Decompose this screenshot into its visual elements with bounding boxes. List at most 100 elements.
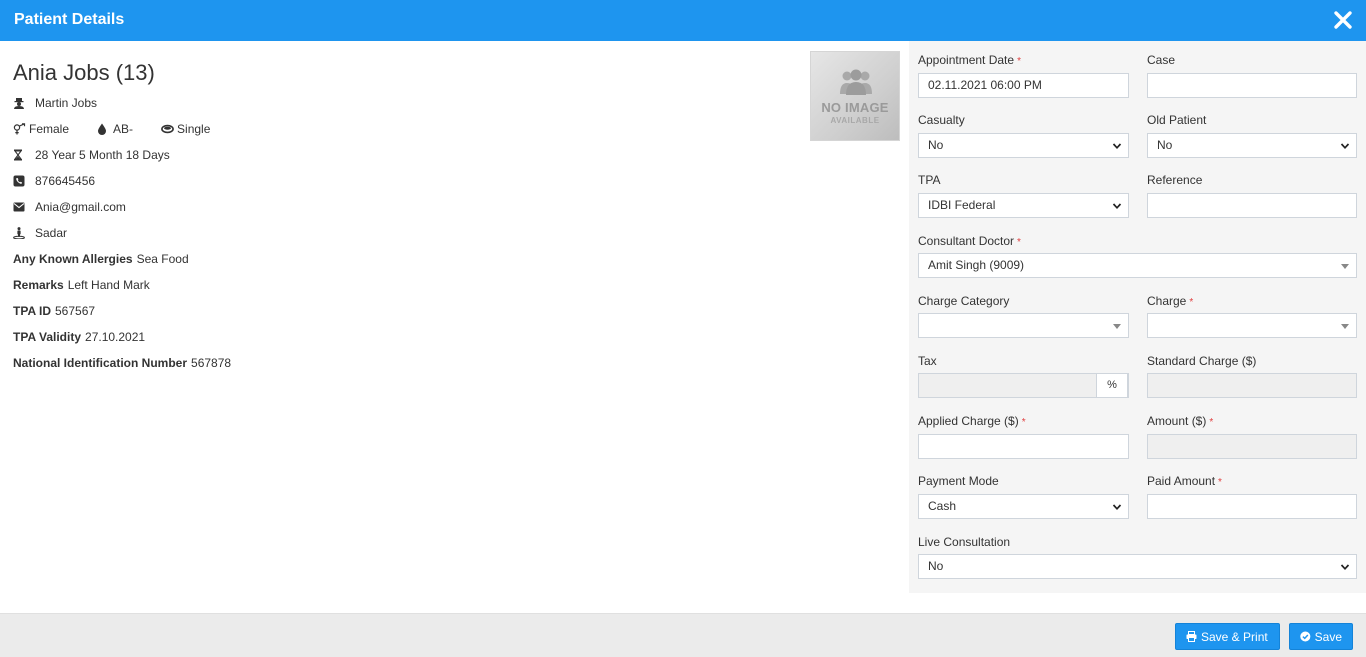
old-patient-label: Old Patient	[1147, 113, 1207, 127]
address-value: Sadar	[35, 226, 68, 240]
phone-row: 876645456	[13, 173, 95, 189]
charge-label: Charge *	[1147, 294, 1194, 308]
envelope-icon	[13, 201, 25, 213]
standard-charge-label: Standard Charge ($)	[1147, 354, 1257, 368]
dropdown-arrow-icon	[1113, 324, 1121, 329]
chevron-down-icon	[1340, 564, 1350, 571]
chevron-down-icon	[1112, 504, 1122, 511]
user-group-icon	[840, 69, 872, 95]
tpa-id-label: TPA ID	[13, 304, 51, 318]
age-row: 28 Year 5 Month 18 Days	[13, 147, 170, 163]
tax-percent-addon: %	[1096, 373, 1128, 398]
tpa-select[interactable]: IDBI Federal	[918, 193, 1129, 218]
allergies-label: Any Known Allergies	[13, 252, 133, 266]
phone-value: 876645456	[35, 174, 96, 188]
modal-header: Patient Details	[0, 0, 1366, 41]
tax-input: %	[918, 373, 1129, 398]
marital-status-item: Single	[161, 122, 210, 136]
no-image-subtext: AVAILABLE	[830, 116, 880, 125]
reference-input[interactable]	[1147, 193, 1357, 218]
tpa-value: IDBI Federal	[928, 198, 996, 212]
casualty-select[interactable]: No	[918, 133, 1129, 158]
case-input[interactable]	[1147, 73, 1357, 98]
nin-row: National Identification Number 567878	[13, 355, 231, 371]
modal-footer: Save & Print Save	[0, 613, 1366, 657]
marital-status-value: Single	[177, 122, 211, 136]
amount-label: Amount ($) *	[1147, 414, 1214, 428]
payment-mode-value: Cash	[928, 499, 957, 513]
charge-select[interactable]	[1147, 313, 1357, 338]
charge-category-select[interactable]	[918, 313, 1129, 338]
live-consultation-value: No	[928, 559, 944, 573]
allergies-value: Sea Food	[136, 252, 189, 266]
phone-icon	[13, 175, 25, 187]
email-value: Ania@gmail.com	[35, 200, 126, 214]
chevron-down-icon	[1112, 143, 1122, 150]
paid-amount-input[interactable]	[1147, 494, 1357, 519]
tpa-id-row: TPA ID 567567	[13, 303, 95, 319]
ring-icon	[161, 123, 174, 135]
save-print-label: Save & Print	[1201, 629, 1268, 644]
applied-charge-label: Applied Charge ($) *	[918, 414, 1026, 428]
user-secret-icon	[13, 97, 25, 109]
casualty-value: No	[928, 138, 944, 152]
appointment-date-label: Appointment Date *	[918, 53, 1021, 67]
casualty-label: Casualty	[918, 113, 965, 127]
blood-group-item: AB-	[97, 122, 133, 136]
email-row: Ania@gmail.com	[13, 199, 126, 215]
modal-title: Patient Details	[14, 11, 125, 28]
standard-charge-input	[1147, 373, 1357, 398]
guardian-row: Martin Jobs	[13, 95, 97, 111]
tpa-validity-row: TPA Validity 27.10.2021	[13, 329, 145, 345]
dropdown-arrow-icon	[1341, 264, 1349, 269]
live-consultation-select[interactable]: No	[918, 554, 1357, 579]
hourglass-icon	[13, 149, 25, 161]
save-label: Save	[1314, 629, 1342, 644]
case-label: Case	[1147, 53, 1176, 67]
patient-info-panel: Ania Jobs (13) NO IMAGE AVAILABLE Martin…	[0, 41, 909, 613]
close-icon[interactable]	[1332, 9, 1354, 31]
no-image-text: NO IMAGE	[821, 100, 889, 115]
chevron-down-icon	[1340, 143, 1350, 150]
reference-label: Reference	[1147, 173, 1203, 187]
charge-category-label: Charge Category	[918, 294, 1010, 308]
remarks-label: Remarks	[13, 278, 64, 292]
save-print-button[interactable]: Save & Print	[1175, 623, 1280, 650]
allergies-row: Any Known Allergies Sea Food	[13, 251, 189, 267]
tpa-validity-value: 27.10.2021	[85, 330, 146, 344]
appointment-form-panel: Appointment Date * 02.11.2021 06:00 PM Ca…	[909, 41, 1366, 593]
blood-group-value: AB-	[113, 122, 134, 136]
gender-value: Female	[29, 122, 70, 136]
address-row: Sadar	[13, 225, 67, 241]
street-view-icon	[13, 227, 25, 240]
print-icon	[1186, 631, 1197, 642]
consultant-doctor-label: Consultant Doctor *	[918, 234, 1021, 248]
tpa-id-value: 567567	[55, 304, 96, 318]
patient-photo: NO IMAGE AVAILABLE	[810, 51, 900, 141]
old-patient-value: No	[1157, 138, 1173, 152]
tpa-validity-label: TPA Validity	[13, 330, 82, 344]
paid-amount-label: Paid Amount *	[1147, 474, 1222, 488]
dropdown-arrow-icon	[1341, 324, 1349, 329]
nin-value: 567878	[191, 356, 232, 370]
demographics-row: Female AB- Single	[13, 121, 238, 137]
patient-name: Ania Jobs (13)	[13, 60, 155, 85]
venus-mars-icon	[13, 123, 26, 135]
save-button[interactable]: Save	[1289, 623, 1353, 650]
applied-charge-input[interactable]	[918, 434, 1129, 459]
gender-item: Female	[13, 122, 69, 136]
remarks-row: Remarks Left Hand Mark	[13, 277, 150, 293]
tpa-label: TPA	[918, 173, 941, 187]
tint-icon	[97, 123, 109, 135]
consultant-doctor-select[interactable]: Amit Singh (9009)	[918, 253, 1357, 278]
amount-input	[1147, 434, 1357, 459]
tax-label: Tax	[918, 354, 937, 368]
guardian-name: Martin Jobs	[35, 96, 98, 110]
appointment-date-input[interactable]: 02.11.2021 06:00 PM	[918, 73, 1129, 98]
chevron-down-icon	[1112, 203, 1122, 210]
payment-mode-select[interactable]: Cash	[918, 494, 1129, 519]
check-circle-icon	[1300, 631, 1311, 642]
consultant-doctor-value: Amit Singh (9009)	[928, 258, 1025, 272]
remarks-value: Left Hand Mark	[67, 278, 150, 292]
old-patient-select[interactable]: No	[1147, 133, 1357, 158]
